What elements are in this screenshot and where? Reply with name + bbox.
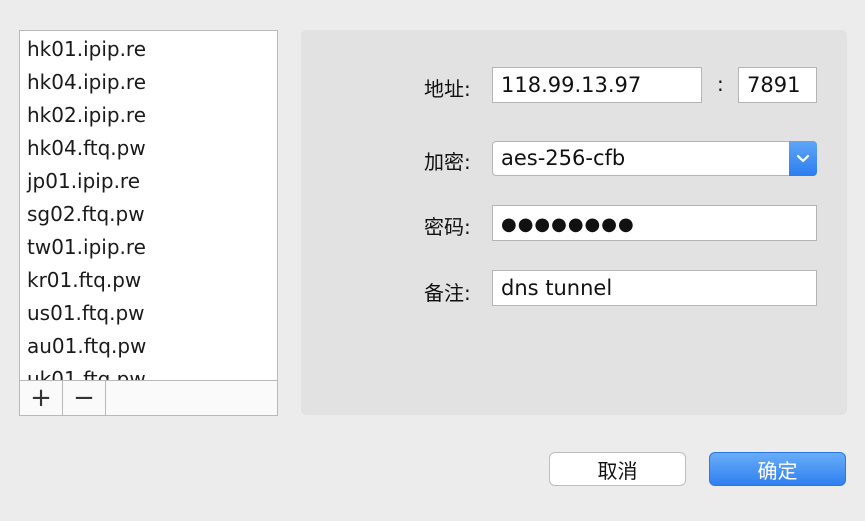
address-input[interactable]: 118.99.13.97 (492, 67, 702, 103)
server-list-item[interactable]: hk02.ipip.re (20, 99, 277, 132)
server-list-item[interactable]: hk04.ipip.re (20, 66, 277, 99)
server-list-item[interactable]: uk01.ftq.pw (20, 363, 277, 380)
list-toolbar: + − (19, 380, 278, 416)
server-list[interactable]: hk01.ipip.re hk04.ipip.re hk02.ipip.re h… (19, 30, 278, 380)
server-list-item[interactable]: au01.ftq.pw (20, 330, 277, 363)
cancel-button[interactable]: 取消 (549, 452, 686, 486)
port-separator: : (717, 72, 724, 96)
server-list-item[interactable]: sg02.ftq.pw (20, 198, 277, 231)
add-server-button[interactable]: + (20, 381, 63, 415)
remove-server-button[interactable]: − (63, 381, 106, 415)
ok-button[interactable]: 确定 (709, 452, 846, 486)
remark-input[interactable]: dns tunnel (492, 270, 817, 306)
chevron-down-icon[interactable] (789, 141, 817, 176)
server-list-item[interactable]: hk04.ftq.pw (20, 132, 277, 165)
encryption-label: 加密: (424, 150, 471, 174)
server-list-item[interactable]: us01.ftq.pw (20, 297, 277, 330)
encryption-select[interactable]: aes-256-cfb (492, 141, 817, 176)
server-list-item[interactable]: hk01.ipip.re (20, 33, 277, 66)
port-input[interactable]: 7891 (738, 67, 817, 103)
password-masked-value: ●●●●●●●● (501, 214, 635, 235)
encryption-selected-value: aes-256-cfb (501, 146, 626, 170)
server-list-item[interactable]: tw01.ipip.re (20, 231, 277, 264)
address-label: 地址: (424, 77, 471, 101)
server-list-item[interactable]: jp01.ipip.re (20, 165, 277, 198)
password-label: 密码: (424, 215, 471, 239)
password-input[interactable]: ●●●●●●●● (492, 205, 817, 241)
server-list-item[interactable]: kr01.ftq.pw (20, 264, 277, 297)
server-settings-panel: 地址: 118.99.13.97 : 7891 加密: aes-256-cfb … (301, 30, 847, 415)
remark-label: 备注: (424, 281, 471, 305)
